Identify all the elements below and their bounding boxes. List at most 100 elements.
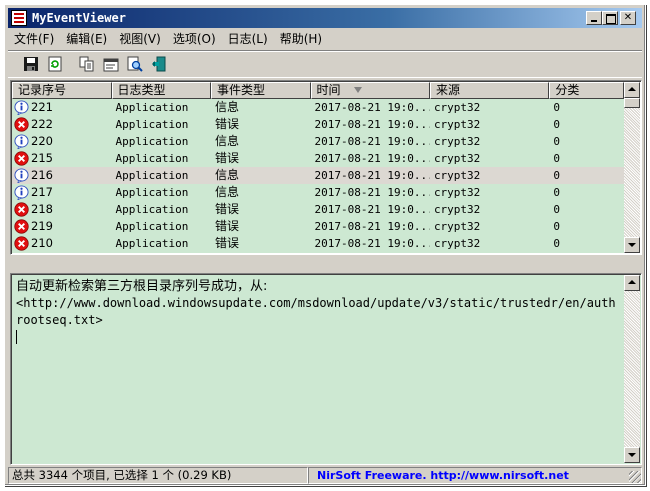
- row-event-type: 错误: [215, 219, 240, 233]
- row-event-type: 信息: [215, 185, 240, 199]
- exit-icon: [152, 56, 166, 72]
- row-source: crypt32: [433, 186, 481, 199]
- row-event-type: 错误: [215, 236, 240, 250]
- column-header-time[interactable]: 时间: [310, 82, 430, 99]
- row-time: 2017-08-21 19:0...: [314, 169, 430, 182]
- info-icon: [14, 100, 29, 115]
- row-category: 0: [553, 237, 560, 250]
- table-row[interactable]: 216 Application 信息 2017-08-21 19:0... crypt3…: [12, 167, 624, 184]
- column-header-record-id[interactable]: 记录序号: [12, 82, 112, 99]
- resize-grip[interactable]: [629, 471, 641, 483]
- menu-edit[interactable]: 编辑(E): [60, 30, 113, 48]
- description-scroll-down-button[interactable]: [624, 447, 640, 463]
- row-source: crypt32: [433, 220, 481, 233]
- record-id-text: 219: [31, 219, 53, 233]
- row-category: 0: [553, 135, 560, 148]
- scroll-thumb[interactable]: [624, 98, 640, 108]
- row-log-type: Application: [115, 169, 189, 182]
- row-log-type: Application: [115, 118, 189, 131]
- row-source: crypt32: [433, 169, 481, 182]
- save-button[interactable]: [20, 53, 42, 75]
- nirsoft-link[interactable]: NirSoft Freeware. http://www.nirsoft.net: [308, 467, 642, 484]
- description-line-2: <http://www.download.windowsupdate.com/m…: [16, 296, 616, 327]
- event-description-text: 自动更新检索第三方根目录序列号成功，从: <http://www.downloa…: [16, 278, 621, 329]
- error-icon: [14, 236, 29, 251]
- record-id-text: 220: [31, 134, 53, 148]
- event-log-app-icon[interactable]: [11, 10, 27, 26]
- row-category: 0: [553, 186, 560, 199]
- event-description-pane[interactable]: 自动更新检索第三方根目录序列号成功，从: <http://www.downloa…: [10, 273, 642, 465]
- menu-log[interactable]: 日志(L): [222, 30, 274, 48]
- find-icon: [127, 56, 143, 72]
- list-vertical-scrollbar[interactable]: [624, 82, 640, 253]
- copy-icon: [79, 56, 94, 72]
- row-time: 2017-08-21 19:0...: [314, 186, 430, 199]
- pane-splitter[interactable]: [8, 257, 642, 273]
- minimize-button[interactable]: [586, 11, 602, 25]
- row-event-type: 错误: [215, 202, 240, 216]
- copy-button[interactable]: [76, 53, 98, 75]
- scroll-up-button[interactable]: [624, 82, 640, 98]
- row-record-id: 219: [12, 218, 112, 235]
- error-icon: [14, 219, 29, 234]
- info-icon: [14, 185, 29, 200]
- table-row[interactable]: 217 Application 信息 2017-08-21 19:0... crypt3…: [12, 184, 624, 201]
- menu-file[interactable]: 文件(F): [8, 30, 60, 48]
- table-row[interactable]: 219 Application 错误 2017-08-21 19:0... crypt3…: [12, 218, 624, 235]
- app-window: MyEventViewer ✕ 文件(F) 编辑(E) 视图(V) 选项(O) …: [4, 4, 646, 486]
- row-time: 2017-08-21 19:0...: [314, 203, 430, 216]
- column-header-category[interactable]: 分类: [549, 82, 624, 99]
- description-vertical-scrollbar[interactable]: [624, 275, 640, 463]
- menu-help[interactable]: 帮助(H): [274, 30, 328, 48]
- list-header: 记录序号 日志类型 事件类型 时间 来源 分类: [12, 82, 624, 99]
- scroll-down-button[interactable]: [624, 237, 640, 253]
- column-header-time-label: 时间: [316, 83, 341, 97]
- row-log-type: Application: [115, 203, 189, 216]
- row-category: 0: [553, 101, 560, 114]
- title-bar[interactable]: MyEventViewer ✕: [8, 8, 642, 28]
- refresh-icon: [48, 56, 62, 72]
- table-row[interactable]: 220 Application 信息 2017-08-21 19:0... crypt3…: [12, 133, 624, 150]
- row-source: crypt32: [433, 203, 481, 216]
- row-record-id: 220: [12, 133, 112, 150]
- column-header-source[interactable]: 来源: [429, 82, 550, 99]
- maximize-button[interactable]: [602, 11, 618, 25]
- row-category: 0: [553, 169, 560, 182]
- table-row[interactable]: 222 Application 错误 2017-08-21 19:0... crypt3…: [12, 116, 624, 133]
- toolbar: [8, 50, 642, 78]
- column-header-log-type[interactable]: 日志类型: [111, 82, 212, 99]
- exit-button[interactable]: [148, 53, 170, 75]
- table-row[interactable]: 221 Application 信息 2017-08-21 19:0... crypt3…: [12, 99, 624, 116]
- row-time: 2017-08-21 19:0...: [314, 220, 430, 233]
- menu-view[interactable]: 视图(V): [113, 30, 167, 48]
- row-source: crypt32: [433, 101, 481, 114]
- row-category: 0: [553, 152, 560, 165]
- row-time: 2017-08-21 19:0...: [314, 152, 430, 165]
- row-source: crypt32: [433, 135, 481, 148]
- refresh-button[interactable]: [44, 53, 66, 75]
- error-icon: [14, 202, 29, 217]
- row-record-id: 218: [12, 201, 112, 218]
- properties-button[interactable]: [100, 53, 122, 75]
- row-log-type: Application: [115, 101, 189, 114]
- status-summary: 总共 3344 个项目, 已选择 1 个 (0.29 KB): [8, 467, 308, 484]
- find-button[interactable]: [124, 53, 146, 75]
- row-source: crypt32: [433, 152, 481, 165]
- error-icon: [14, 117, 29, 132]
- row-time: 2017-08-21 19:0...: [314, 237, 430, 250]
- close-button[interactable]: ✕: [620, 11, 636, 25]
- row-event-type: 信息: [215, 168, 240, 182]
- description-scroll-up-button[interactable]: [624, 275, 640, 291]
- table-row[interactable]: 210 Application 错误 2017-08-21 19:0... crypt3…: [12, 235, 624, 252]
- row-log-type: Application: [115, 135, 189, 148]
- row-event-type: 错误: [215, 151, 240, 165]
- menu-options[interactable]: 选项(O): [167, 30, 222, 48]
- event-list[interactable]: 记录序号 日志类型 事件类型 时间 来源 分类 221 Application 信息…: [10, 80, 642, 255]
- table-row[interactable]: 215 Application 错误 2017-08-21 19:0... crypt3…: [12, 150, 624, 167]
- record-id-text: 222: [31, 117, 53, 131]
- column-header-event-type[interactable]: 事件类型: [211, 82, 311, 99]
- sort-descending-icon: [353, 87, 362, 93]
- error-icon: [14, 151, 29, 166]
- table-row[interactable]: 218 Application 错误 2017-08-21 19:0... crypt3…: [12, 201, 624, 218]
- row-time: 2017-08-21 19:0...: [314, 101, 430, 114]
